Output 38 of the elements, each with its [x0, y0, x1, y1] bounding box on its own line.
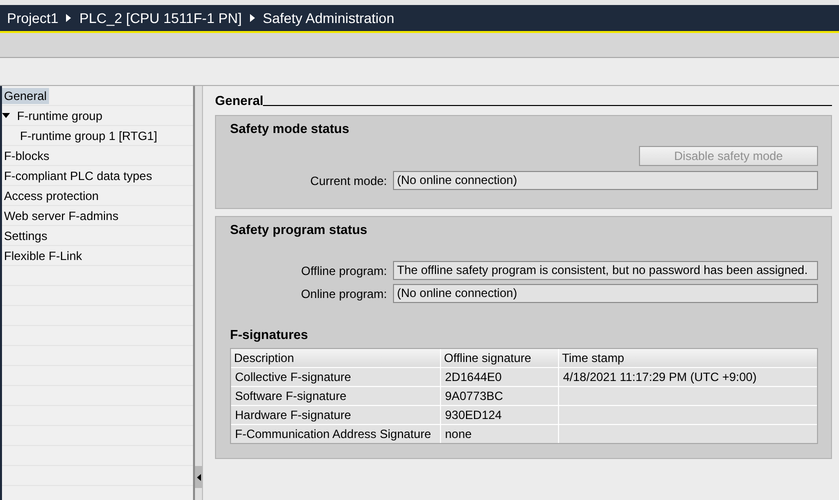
field-label: Current mode: — [309, 174, 387, 188]
column-header[interactable]: Offline signature — [441, 349, 558, 367]
breadcrumb-item[interactable]: Safety Administration — [262, 10, 394, 26]
breadcrumb-arrow-icon — [66, 14, 72, 22]
sidebar-item[interactable]: F-blocks — [2, 148, 52, 164]
table-cell: 9A0773BC — [441, 387, 558, 405]
field-label: Offline program: — [300, 264, 387, 278]
table-cell: Collective F-signature — [231, 368, 440, 386]
sidebar-item[interactable]: F-runtime group 1 [RTG1] — [18, 128, 160, 144]
breadcrumb-item[interactable]: PLC_2 [CPU 1511F-1 PN] — [79, 10, 242, 26]
sidebar-item[interactable]: F-runtime group — [15, 108, 104, 124]
value-field: (No online connection) — [393, 284, 818, 303]
field-label: Online program: — [300, 286, 387, 300]
sidebar-item[interactable]: Web server F-admins — [2, 208, 120, 224]
panel-title: Safety program status — [230, 222, 368, 237]
table-cell: 930ED124 — [441, 406, 558, 424]
panel-title: Safety mode status — [230, 121, 350, 136]
table-cell: 4/18/2021 11:17:29 PM (UTC +9:00) — [559, 368, 817, 386]
collapse-arrow-icon[interactable] — [196, 474, 200, 480]
breadcrumb-item[interactable]: Project1 — [7, 10, 58, 26]
breadcrumb-arrow-icon — [250, 14, 255, 22]
sidebar-item[interactable]: Flexible F-Link — [2, 248, 84, 264]
table-cell: none — [441, 425, 558, 443]
section-title: General — [215, 93, 264, 108]
column-header[interactable]: Description — [231, 349, 440, 367]
table-cell: Hardware F-signature — [231, 406, 440, 424]
expand-caret-icon[interactable] — [2, 113, 10, 118]
table-cell: Software F-signature — [231, 387, 440, 405]
panel-title: F-signatures — [230, 327, 310, 342]
sidebar-item[interactable]: General — [2, 88, 49, 104]
table-cell: F-Communication Address Signature — [231, 425, 440, 443]
column-header[interactable]: Time stamp — [559, 349, 817, 367]
sidebar-item[interactable]: Access protection — [2, 188, 101, 204]
table-cell: 2D1644E0 — [441, 368, 558, 386]
value-field: (No online connection) — [393, 171, 818, 190]
sidebar-item[interactable]: Settings — [2, 228, 50, 244]
value-field: The offline safety program is consistent, but no password has been assigned. — [393, 261, 818, 280]
sidebar-item[interactable]: F-compliant PLC data types — [2, 168, 154, 184]
